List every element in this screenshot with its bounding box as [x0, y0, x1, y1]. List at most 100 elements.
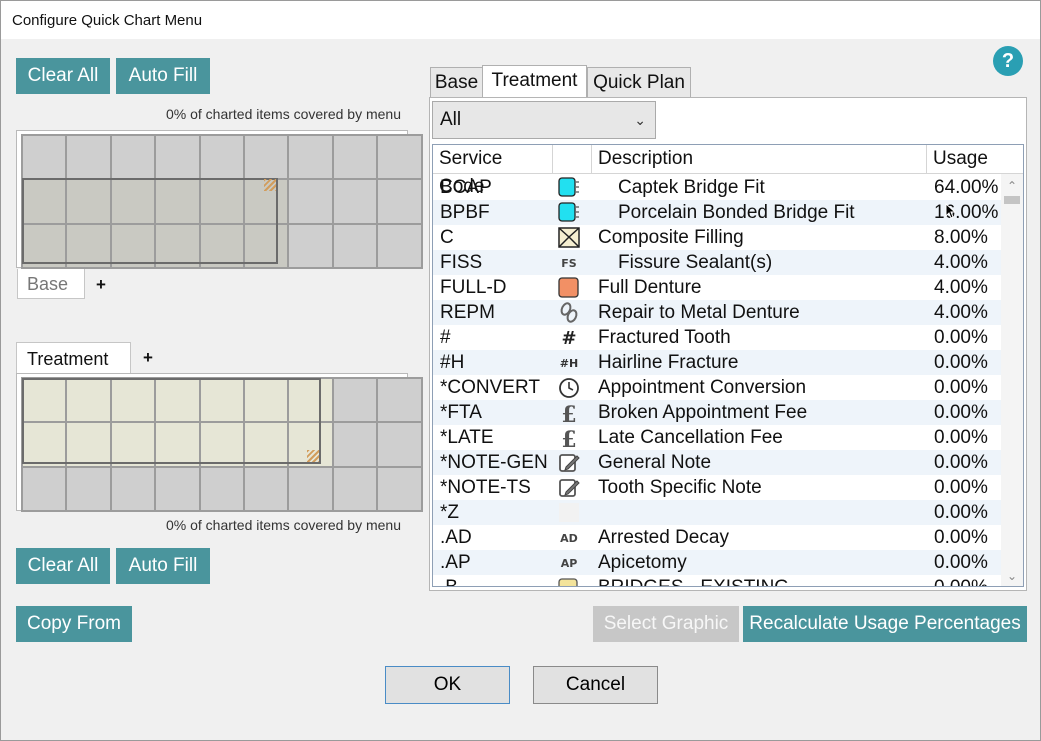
service-code-table[interactable]: Service Code Description Usage BCAP Capte…: [432, 144, 1024, 587]
base-grid-cell[interactable]: [23, 136, 66, 179]
table-row[interactable]: C Composite Filling 8.00%: [433, 225, 1001, 250]
treatment-grid-cell[interactable]: [200, 423, 243, 466]
table-row[interactable]: *FTA £ Broken Appointment Fee 0.00%: [433, 400, 1001, 428]
base-grid-cell[interactable]: [111, 180, 155, 223]
base-grid-cell[interactable]: [333, 180, 377, 223]
resize-handle-icon[interactable]: [307, 450, 319, 462]
table-row[interactable]: *NOTE-GEN General Note 0.00%: [433, 450, 1001, 475]
treatment-grid-cell[interactable]: [111, 467, 155, 511]
table-row[interactable]: *CONVERT Appointment Conversion 0.00%: [433, 375, 1001, 400]
base-clear-all-button[interactable]: Clear All: [16, 58, 110, 94]
base-grid-cell[interactable]: [333, 224, 377, 268]
base-grid-cell[interactable]: [333, 136, 377, 179]
table-row[interactable]: # # Fractured Tooth 0.00%: [433, 325, 1001, 350]
treatment-grid-cell[interactable]: [378, 423, 421, 466]
base-grid-cell[interactable]: [67, 224, 110, 268]
add-base-tab-button[interactable]: +: [96, 275, 106, 295]
base-grid-cell[interactable]: [67, 136, 110, 179]
treatment-grid-cell[interactable]: [23, 423, 66, 466]
treatment-grid-cell[interactable]: [111, 423, 155, 466]
base-grid-cell[interactable]: [289, 136, 332, 179]
base-grid-cell[interactable]: [289, 180, 332, 223]
table-row[interactable]: .AD AD Arrested Decay 0.00%: [433, 525, 1001, 550]
treatment-grid-cell[interactable]: [200, 379, 243, 422]
treatment-grid-cell[interactable]: [333, 467, 377, 511]
tab-quick-plan[interactable]: Quick Plan: [587, 67, 691, 98]
base-grid-cell[interactable]: [378, 180, 421, 223]
treatment-grid-cell[interactable]: [23, 467, 66, 511]
treatment-grid-cell[interactable]: [67, 467, 110, 511]
base-grid-cell[interactable]: [111, 136, 155, 179]
ok-button[interactable]: OK: [385, 666, 510, 704]
base-grid-cell[interactable]: [378, 224, 421, 268]
copy-from-button[interactable]: Copy From: [16, 606, 132, 642]
table-row[interactable]: *NOTE-TS Tooth Specific Note 0.00%: [433, 475, 1001, 500]
treatment-grid-cell[interactable]: [244, 423, 288, 466]
base-grid-cell[interactable]: [111, 224, 155, 268]
base-grid-cell[interactable]: [156, 136, 199, 179]
scroll-up-icon[interactable]: ⌃: [1001, 176, 1023, 196]
treatment-grid-cell[interactable]: [156, 379, 199, 422]
column-header-usage[interactable]: Usage: [927, 145, 1001, 174]
treatment-clear-all-button[interactable]: Clear All: [16, 548, 110, 584]
base-grid-cell[interactable]: [244, 136, 288, 179]
scroll-down-icon[interactable]: ⌄: [1001, 566, 1023, 586]
column-header-description[interactable]: Description: [592, 145, 927, 174]
treatment-grid-cell[interactable]: [200, 467, 243, 511]
base-grid-cell[interactable]: [67, 180, 110, 223]
treatment-grid-preview[interactable]: [16, 373, 423, 513]
base-grid-preview[interactable]: [16, 130, 423, 270]
recalculate-usage-button[interactable]: Recalculate Usage Percentages: [743, 606, 1027, 642]
add-treatment-tab-button[interactable]: +: [143, 348, 153, 368]
table-row[interactable]: BCAP Captek Bridge Fit 64.00%: [433, 175, 1001, 200]
table-row[interactable]: .B BRIDGES - EXISTING 0.00%: [433, 575, 1001, 586]
treatment-grid-cell[interactable]: [378, 379, 421, 422]
treatment-grid-cell[interactable]: [67, 423, 110, 466]
treatment-grid-cell[interactable]: [67, 379, 110, 422]
tab-base-menu[interactable]: Base: [17, 269, 85, 299]
tab-treatment[interactable]: Treatment: [482, 65, 587, 97]
table-row[interactable]: FISS FS Fissure Sealant(s) 4.00%: [433, 250, 1001, 275]
scrollbar-thumb[interactable]: [1004, 196, 1020, 204]
treatment-grid-cell[interactable]: [111, 379, 155, 422]
column-header-service-code[interactable]: Service Code: [433, 145, 553, 197]
treatment-grid-cell[interactable]: [244, 379, 288, 422]
base-grid-cell[interactable]: [156, 180, 199, 223]
treatment-grid-cell[interactable]: [289, 467, 332, 511]
base-grid-cell[interactable]: [200, 136, 243, 179]
base-grid-cell[interactable]: [200, 180, 243, 223]
tab-treatment-menu[interactable]: Treatment: [16, 342, 131, 374]
base-auto-fill-button[interactable]: Auto Fill: [116, 58, 210, 94]
treatment-grid-cell[interactable]: [333, 423, 377, 466]
treatment-grid-cell[interactable]: [156, 423, 199, 466]
treatment-grid-cell[interactable]: [23, 379, 66, 422]
select-graphic-button[interactable]: Select Graphic: [593, 606, 739, 642]
treatment-auto-fill-button[interactable]: Auto Fill: [116, 548, 210, 584]
tab-base[interactable]: Base: [430, 67, 483, 98]
treatment-grid-cell[interactable]: [244, 467, 288, 511]
treatment-grid-cell[interactable]: [156, 467, 199, 511]
base-grid-cell[interactable]: [289, 224, 332, 268]
table-row[interactable]: .AP AP Apicetomy 0.00%: [433, 550, 1001, 575]
filter-dropdown[interactable]: All ⌄: [432, 101, 656, 139]
treatment-grid-cell[interactable]: [333, 379, 377, 422]
base-grid-cell[interactable]: [200, 224, 243, 268]
column-header-icon[interactable]: [553, 145, 592, 174]
help-icon[interactable]: ?: [993, 46, 1023, 76]
base-grid-cell[interactable]: [23, 180, 66, 223]
cancel-button[interactable]: Cancel: [533, 666, 658, 704]
base-grid-cell[interactable]: [378, 136, 421, 179]
base-grid-cell[interactable]: [156, 224, 199, 268]
table-row[interactable]: *Z 0.00%: [433, 500, 1001, 525]
table-row[interactable]: REPM Repair to Metal Denture 4.00%: [433, 300, 1001, 325]
table-row[interactable]: #H #H Hairline Fracture 0.00%: [433, 350, 1001, 375]
table-scrollbar[interactable]: ⌃ ⌄: [1001, 174, 1023, 586]
table-row[interactable]: FULL-D Full Denture 4.00%: [433, 275, 1001, 300]
resize-handle-icon[interactable]: [264, 179, 276, 191]
treatment-grid-cell[interactable]: [378, 467, 421, 511]
treatment-grid-cell[interactable]: [289, 379, 332, 422]
table-row[interactable]: *LATE £ Late Cancellation Fee 0.00%: [433, 425, 1001, 453]
base-grid-cell[interactable]: [23, 224, 66, 268]
base-grid-cell[interactable]: [244, 224, 288, 268]
table-row[interactable]: BPBF Porcelain Bonded Bridge Fit 16.00%: [433, 200, 1001, 225]
